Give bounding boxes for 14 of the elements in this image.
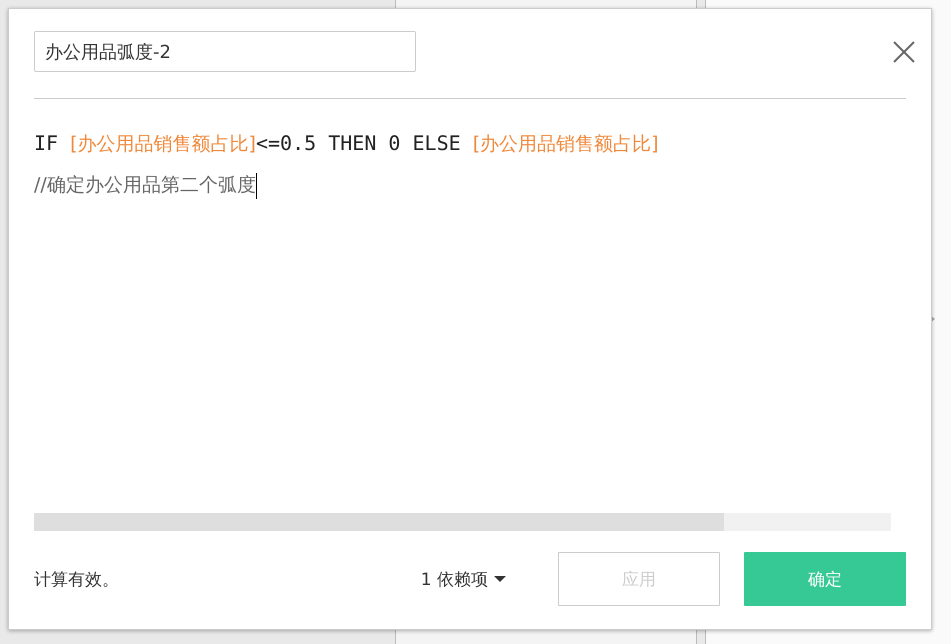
- caret-icon: [494, 575, 506, 583]
- text-cursor: [256, 172, 257, 199]
- close-icon[interactable]: [892, 40, 916, 64]
- field-reference: [办公用品销售额占比]: [70, 133, 256, 155]
- code-text: <=0.5 THEN 0 ELSE: [256, 131, 462, 155]
- name-field[interactable]: 办公用品弧度-2: [34, 31, 416, 72]
- code-text: IF: [34, 131, 60, 155]
- formula-editor[interactable]: IF [办公用品销售额占比]<=0.5 THEN 0 ELSE [办公用品销售额占比] //确定办公用品第二个弧度: [34, 123, 906, 513]
- horizontal-scrollbar[interactable]: [34, 513, 891, 531]
- dependencies-dropdown[interactable]: 1 依赖项: [420, 568, 506, 590]
- status-text: 计算有效。: [34, 568, 120, 590]
- scrollbar-thumb[interactable]: [34, 513, 724, 531]
- field-reference: [办公用品销售额占比]: [472, 133, 659, 155]
- code-comment: //确定办公用品第二个弧度: [34, 174, 256, 196]
